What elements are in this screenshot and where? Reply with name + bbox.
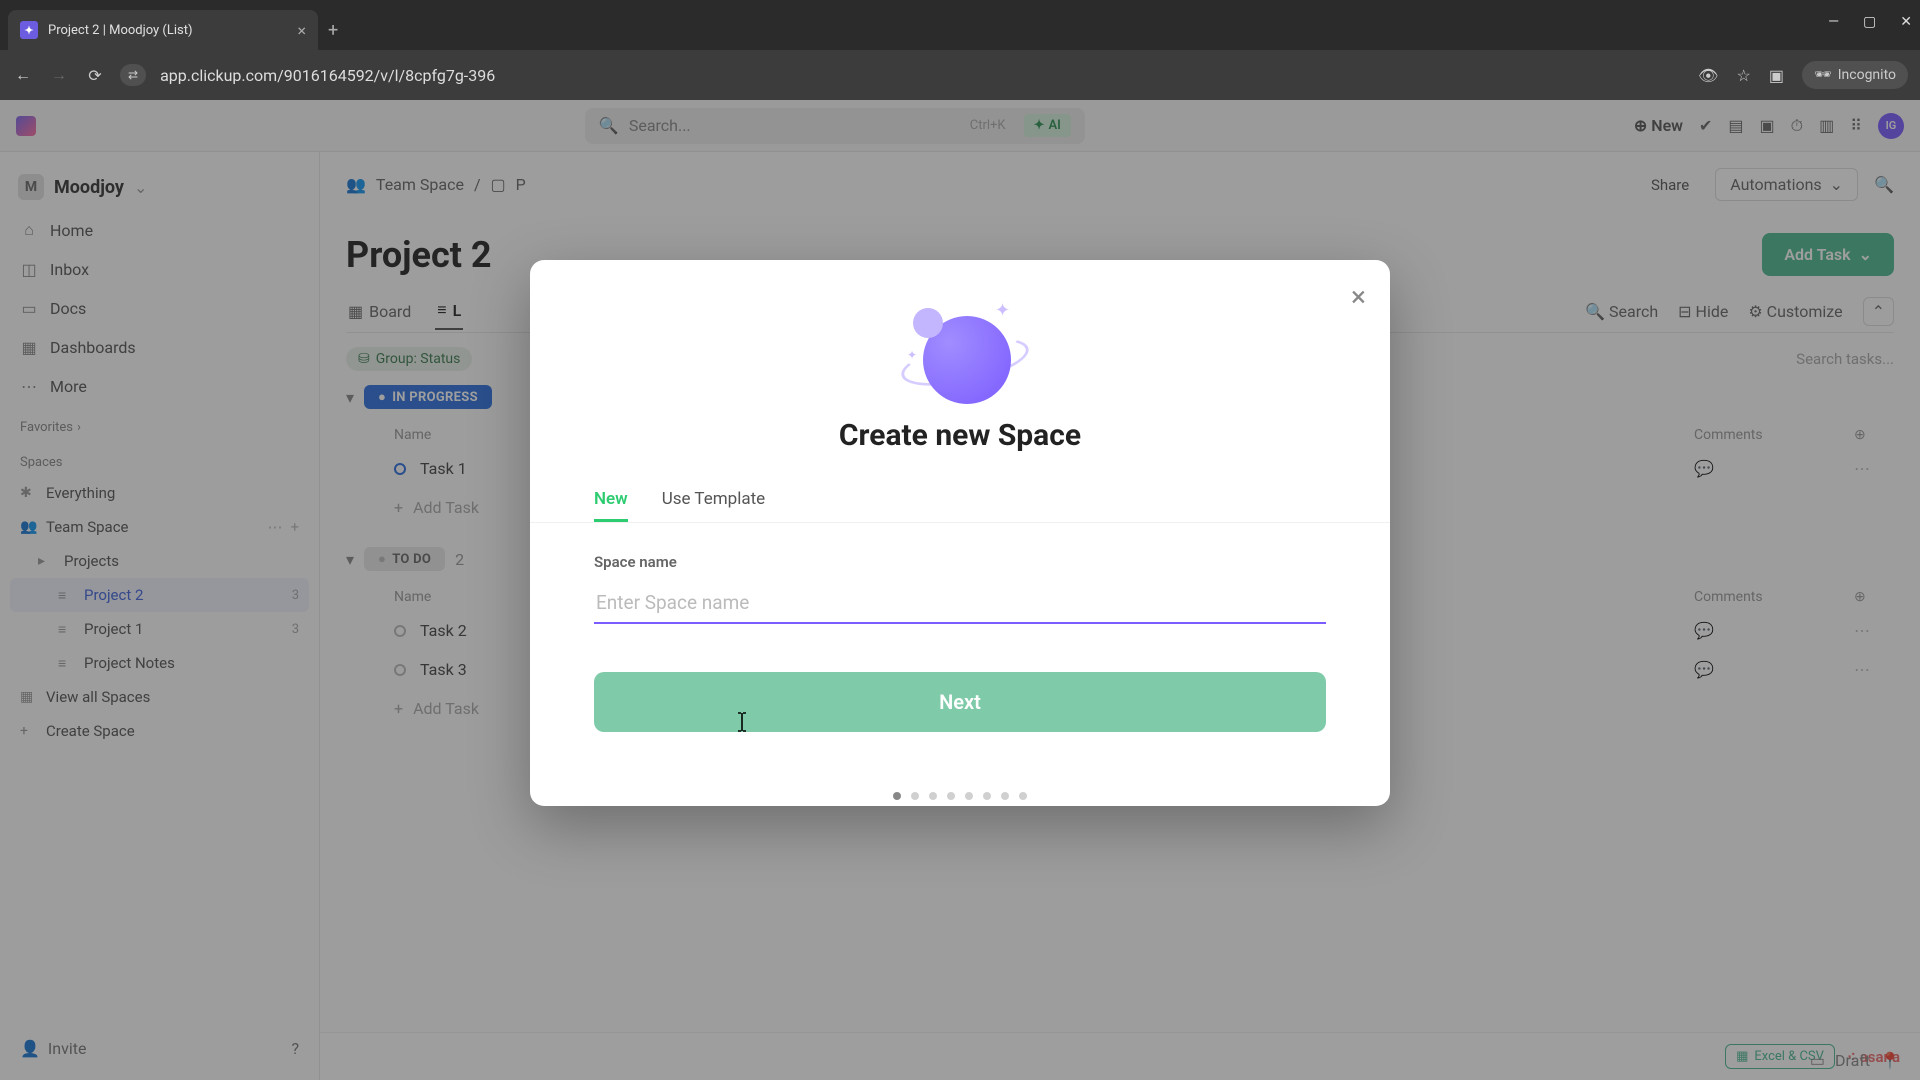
- url-bar[interactable]: app.clickup.com/9016164592/v/l/8cpfg7g-3…: [160, 66, 1684, 85]
- step-dot: [1019, 792, 1027, 800]
- back-icon[interactable]: ←: [12, 65, 34, 85]
- step-dot: [1001, 792, 1009, 800]
- modal-close-button[interactable]: ×: [1351, 280, 1366, 313]
- step-indicator: [530, 772, 1390, 806]
- tab-close-icon[interactable]: ×: [297, 21, 306, 40]
- next-button[interactable]: Next: [594, 672, 1326, 732]
- step-dot: [983, 792, 991, 800]
- panel-icon[interactable]: ▣: [1769, 66, 1784, 85]
- step-dot: [911, 792, 919, 800]
- create-space-modal: × ✦ ✦ Create new Space New Use Template …: [530, 260, 1390, 806]
- space-name-label: Space name: [594, 553, 1326, 571]
- tab-title: Project 2 | Moodjoy (List): [48, 23, 287, 38]
- app-root: 🔍 Search... Ctrl+K ✦ AI ⊕ New ✔ ▤ ▣ ⏱ ▥ …: [0, 100, 1920, 1080]
- modal-title: Create new Space: [839, 418, 1081, 453]
- modal-tab-new[interactable]: New: [594, 479, 628, 522]
- forward-icon[interactable]: →: [48, 65, 70, 85]
- step-dot: [929, 792, 937, 800]
- incognito-badge[interactable]: 🕶 Incognito: [1802, 61, 1908, 89]
- modal-tabs: New Use Template: [530, 479, 1390, 523]
- minimize-icon[interactable]: —: [1828, 14, 1839, 30]
- step-dot: [947, 792, 955, 800]
- browser-tab-strip: ✦ Project 2 | Moodjoy (List) × + — ▢ ✕: [0, 0, 1920, 50]
- site-info-icon[interactable]: ⇄: [120, 64, 146, 86]
- eye-off-icon[interactable]: 👁: [1698, 66, 1718, 85]
- incognito-icon: 🕶: [1814, 67, 1832, 83]
- space-name-input[interactable]: [594, 583, 1326, 624]
- reload-icon[interactable]: ⟳: [84, 66, 106, 85]
- step-dot: [965, 792, 973, 800]
- maximize-icon[interactable]: ▢: [1863, 14, 1876, 30]
- window-controls: — ▢ ✕: [1828, 14, 1912, 30]
- tab-favicon: ✦: [20, 21, 38, 39]
- modal-tab-template[interactable]: Use Template: [662, 479, 765, 522]
- browser-nav-bar: ← → ⟳ ⇄ app.clickup.com/9016164592/v/l/8…: [0, 50, 1920, 100]
- close-window-icon[interactable]: ✕: [1900, 14, 1912, 30]
- browser-tab[interactable]: ✦ Project 2 | Moodjoy (List) ×: [8, 10, 318, 50]
- step-dot: [893, 792, 901, 800]
- incognito-label: Incognito: [1838, 67, 1896, 83]
- bookmark-icon[interactable]: ☆: [1736, 66, 1750, 85]
- planet-illustration: ✦ ✦: [905, 298, 1015, 408]
- new-tab-button[interactable]: +: [328, 20, 338, 41]
